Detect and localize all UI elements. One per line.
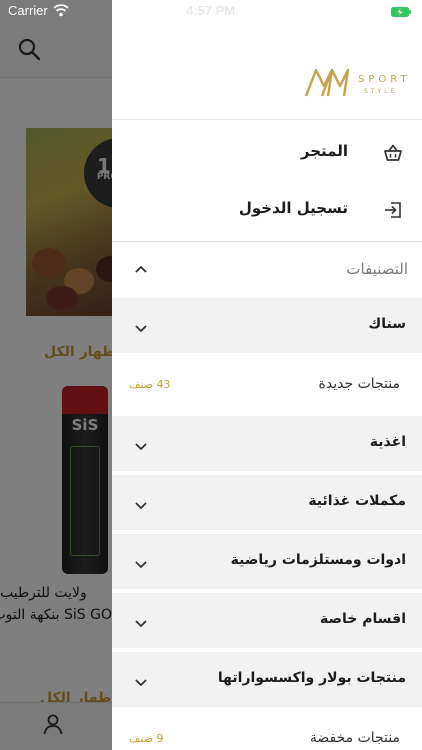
brand-logo: SPORT STYLE: [304, 68, 411, 97]
category-item[interactable]: اغذية: [112, 416, 422, 473]
category-item[interactable]: اقسام خاصة: [112, 593, 422, 650]
categories-header[interactable]: التصنيفات: [112, 242, 422, 298]
wifi-icon: [53, 4, 69, 17]
divider: [112, 119, 422, 120]
category-label: اغذية: [369, 434, 406, 450]
carrier-label: Carrier: [8, 3, 48, 18]
category-item[interactable]: ادوات ومستلزمات رياضية: [112, 534, 422, 591]
chevron-down-icon: [135, 620, 147, 628]
category-label: منتجات جديدة: [318, 376, 400, 392]
menu-item-label: تسجيل الدخول: [238, 199, 348, 217]
logo-text: SPORT: [358, 74, 411, 85]
basket-icon: [384, 144, 402, 161]
category-label: مكملات غذائية: [308, 493, 406, 509]
status-bar: Carrier 4:57 PM: [0, 0, 422, 22]
category-item[interactable]: منتجات بولار واكسسواراتها: [112, 652, 422, 709]
item-count-badge: 43 صنف: [129, 378, 171, 391]
category-label: سناك: [368, 316, 406, 332]
item-count-badge: 9 صنف: [129, 732, 164, 745]
category-item[interactable]: منتجات مخفضة 9 صنف: [112, 711, 422, 750]
chevron-down-icon: [135, 443, 147, 451]
status-time: 4:57 PM: [186, 3, 236, 18]
chevron-up-icon: [135, 265, 147, 273]
category-label: اقسام خاصة: [320, 611, 406, 627]
chevron-down-icon: [135, 561, 147, 569]
chevron-down-icon: [135, 325, 147, 333]
category-item[interactable]: مكملات غذائية: [112, 475, 422, 532]
category-label: منتجات بولار واكسسواراتها: [217, 670, 406, 686]
category-item[interactable]: سناك: [112, 298, 422, 355]
categories-label: التصنيفات: [346, 260, 408, 278]
menu-item-store[interactable]: المتجر: [112, 125, 422, 181]
side-drawer: SPORT STYLE المتجر تسجيل الدخول التصنيفا…: [112, 0, 422, 750]
category-label: ادوات ومستلزمات رياضية: [230, 552, 406, 568]
chevron-down-icon: [135, 502, 147, 510]
login-icon: [385, 202, 401, 218]
logo-subtext: STYLE: [364, 88, 397, 95]
category-label: منتجات مخفضة: [309, 730, 400, 746]
menu-item-label: المتجر: [300, 142, 348, 160]
menu-item-login[interactable]: تسجيل الدخول: [112, 182, 422, 238]
chevron-down-icon: [135, 679, 147, 687]
category-item[interactable]: منتجات جديدة 43 صنف: [112, 357, 422, 416]
battery-icon: [391, 7, 411, 17]
